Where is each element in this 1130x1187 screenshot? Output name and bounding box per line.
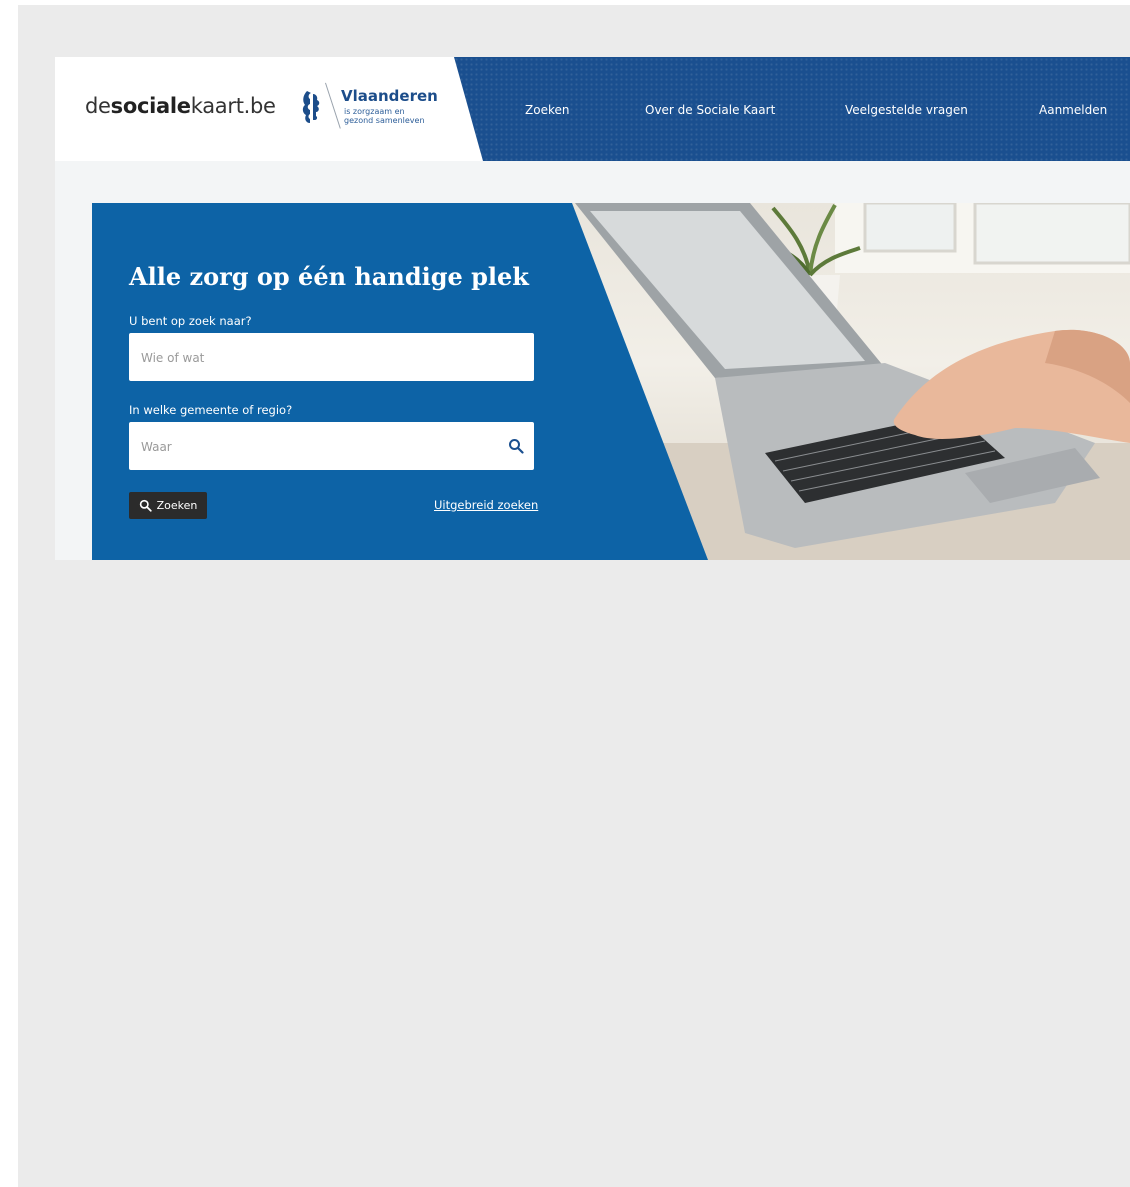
nav-over-de-sociale-kaart[interactable]: Over de Sociale Kaart [645, 103, 775, 117]
header-spacer [55, 161, 1130, 203]
advanced-search-link[interactable]: Uitgebreid zoeken [434, 498, 538, 512]
search-icon [139, 499, 152, 512]
what-input[interactable] [139, 333, 503, 383]
flemish-lion-icon [302, 91, 320, 123]
vlaanderen-subtitle: is zorgzaam en gezond samenleven [344, 107, 454, 125]
search-icon[interactable] [508, 438, 524, 454]
where-label: In welke gemeente of regio? [129, 403, 293, 417]
nav-zoeken[interactable]: Zoeken [525, 103, 569, 117]
logo-divider [325, 82, 341, 129]
vlaanderen-subtitle-line1: is zorgzaam en [344, 107, 405, 116]
search-button-label: Zoeken [156, 499, 198, 512]
logo-text-kaart: kaart.be [190, 94, 276, 118]
nav-veelgestelde-vragen[interactable]: Veelgestelde vragen [845, 103, 968, 117]
hero-section: Alle zorg op één handige plek U bent op … [55, 203, 1130, 560]
where-field-wrapper [129, 422, 534, 472]
site-header: desocialekaart.be Vlaanderen is zorgzaam… [55, 57, 1130, 161]
where-input[interactable] [139, 422, 503, 472]
logo-text-sociale: sociale [110, 94, 191, 118]
vlaanderen-title: Vlaanderen [341, 87, 438, 105]
site-logo[interactable]: desocialekaart.be [85, 94, 276, 118]
hero-title: Alle zorg op één handige plek [129, 262, 529, 291]
nav-aanmelden[interactable]: Aanmelden [1039, 103, 1107, 117]
what-field-wrapper [129, 333, 534, 383]
logo-text-de: de [85, 94, 111, 118]
what-label: U bent op zoek naar? [129, 314, 252, 328]
vlaanderen-subtitle-line2: gezond samenleven [344, 116, 425, 125]
search-button[interactable]: Zoeken [129, 492, 207, 519]
